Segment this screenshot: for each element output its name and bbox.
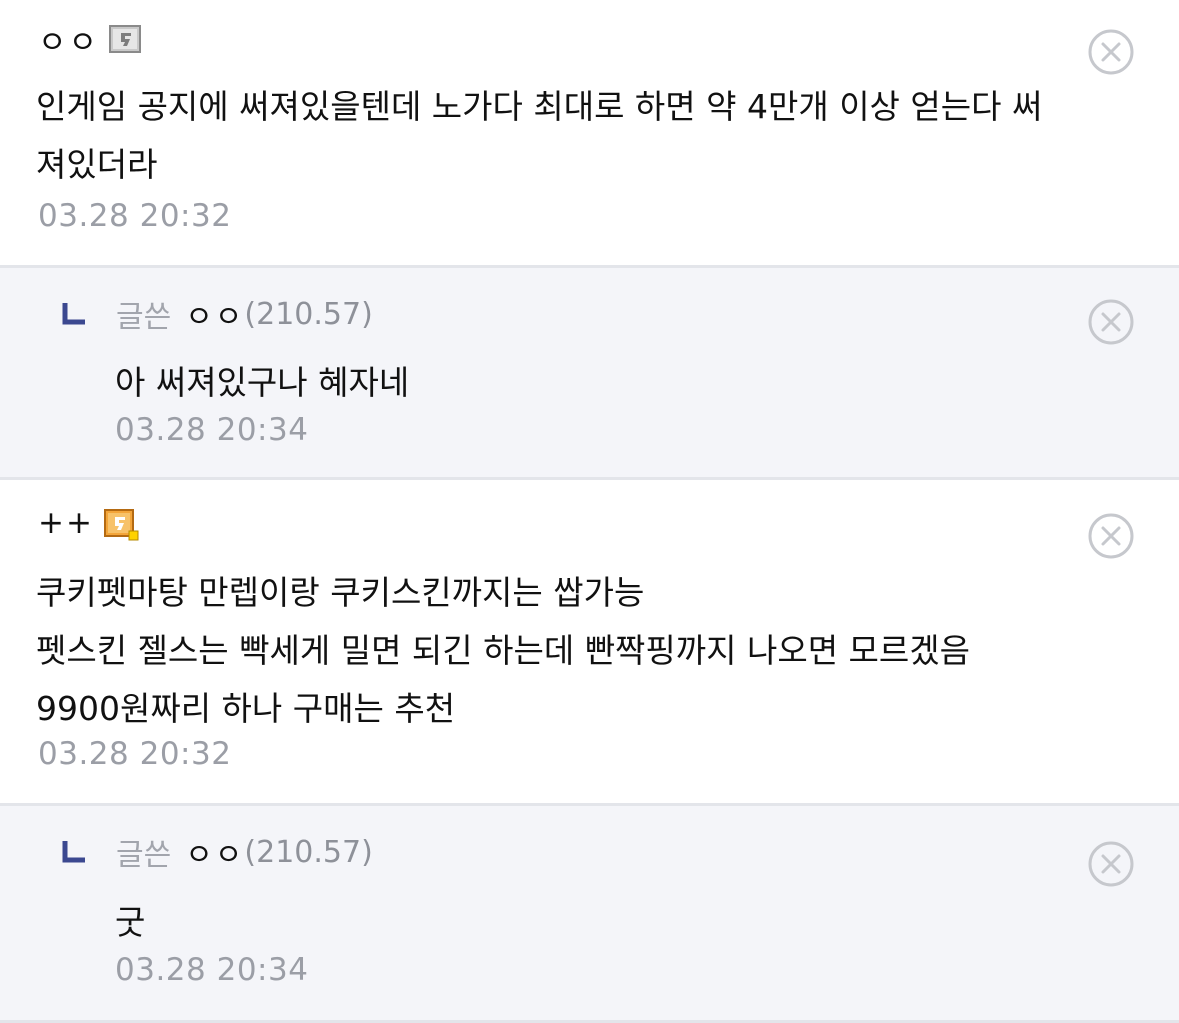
comment-author: ㅇㅇ [38, 22, 142, 61]
comment-text: 인게임 공지에 써져있을텐데 노가다 최대로 하면 약 4만개 이상 얻는다 써… [36, 87, 1043, 184]
comment-list: ㅇㅇ 인게임 공지에 써져있을텐데 노가다 최대로 하면 약 4만개 이상 얻는… [0, 0, 1179, 1023]
ip-address: (210.57) [244, 834, 373, 870]
comment-text: 쿠키펫마탕 만렙이랑 쿠키스킨까지는 쌉가능 펫스킨 젤스는 빡세게 밀면 되긴… [36, 573, 970, 728]
comment-item: ++ 쿠키펫마탕 만렙이랑 쿠키스킨까지는 쌉가능 펫스킨 젤스는 빡세게 밀면… [0, 480, 1179, 806]
close-circle-icon[interactable] [1087, 840, 1135, 888]
comment-item: ㅇㅇ 인게임 공지에 써져있을텐데 노가다 최대로 하면 약 4만개 이상 얻는… [0, 0, 1179, 268]
reply-item: 글쓴 ㅇㅇ (210.57) 굿 03.28 20:34 [0, 806, 1179, 1023]
gallog-orange-icon[interactable] [103, 509, 139, 541]
writer-tag: 글쓴 [116, 300, 172, 335]
writer-tag: 글쓴 [116, 838, 172, 873]
reply-text: 아 써져있구나 혜자네 [115, 363, 410, 402]
ip-address: (210.57) [244, 296, 373, 332]
reply-item: 글쓴 ㅇㅇ (210.57) 아 써져있구나 혜자네 03.28 20:34 [0, 268, 1179, 480]
reply-time: 03.28 20:34 [115, 412, 309, 448]
reply-time: 03.28 20:34 [115, 952, 309, 988]
close-circle-icon[interactable] [1087, 28, 1135, 76]
reply-text: 굿 [115, 903, 146, 942]
reply-arrow-icon [62, 301, 88, 327]
reply-author: 글쓴 ㅇㅇ (210.57) [62, 292, 373, 336]
nickname[interactable]: ㅇㅇ [185, 830, 244, 874]
nickname[interactable]: ㅇㅇ [185, 292, 244, 336]
close-circle-icon[interactable] [1087, 298, 1135, 346]
comment-author: ++ [38, 505, 139, 541]
nickname[interactable]: ㅇㅇ [38, 17, 99, 62]
nickname[interactable]: ++ [38, 505, 94, 541]
comment-time: 03.28 20:32 [38, 198, 232, 234]
reply-author: 글쓴 ㅇㅇ (210.57) [62, 830, 373, 874]
close-circle-icon[interactable] [1087, 512, 1135, 560]
gallog-gray-icon[interactable] [109, 25, 142, 53]
comment-time: 03.28 20:32 [38, 736, 232, 772]
reply-arrow-icon [62, 839, 88, 865]
